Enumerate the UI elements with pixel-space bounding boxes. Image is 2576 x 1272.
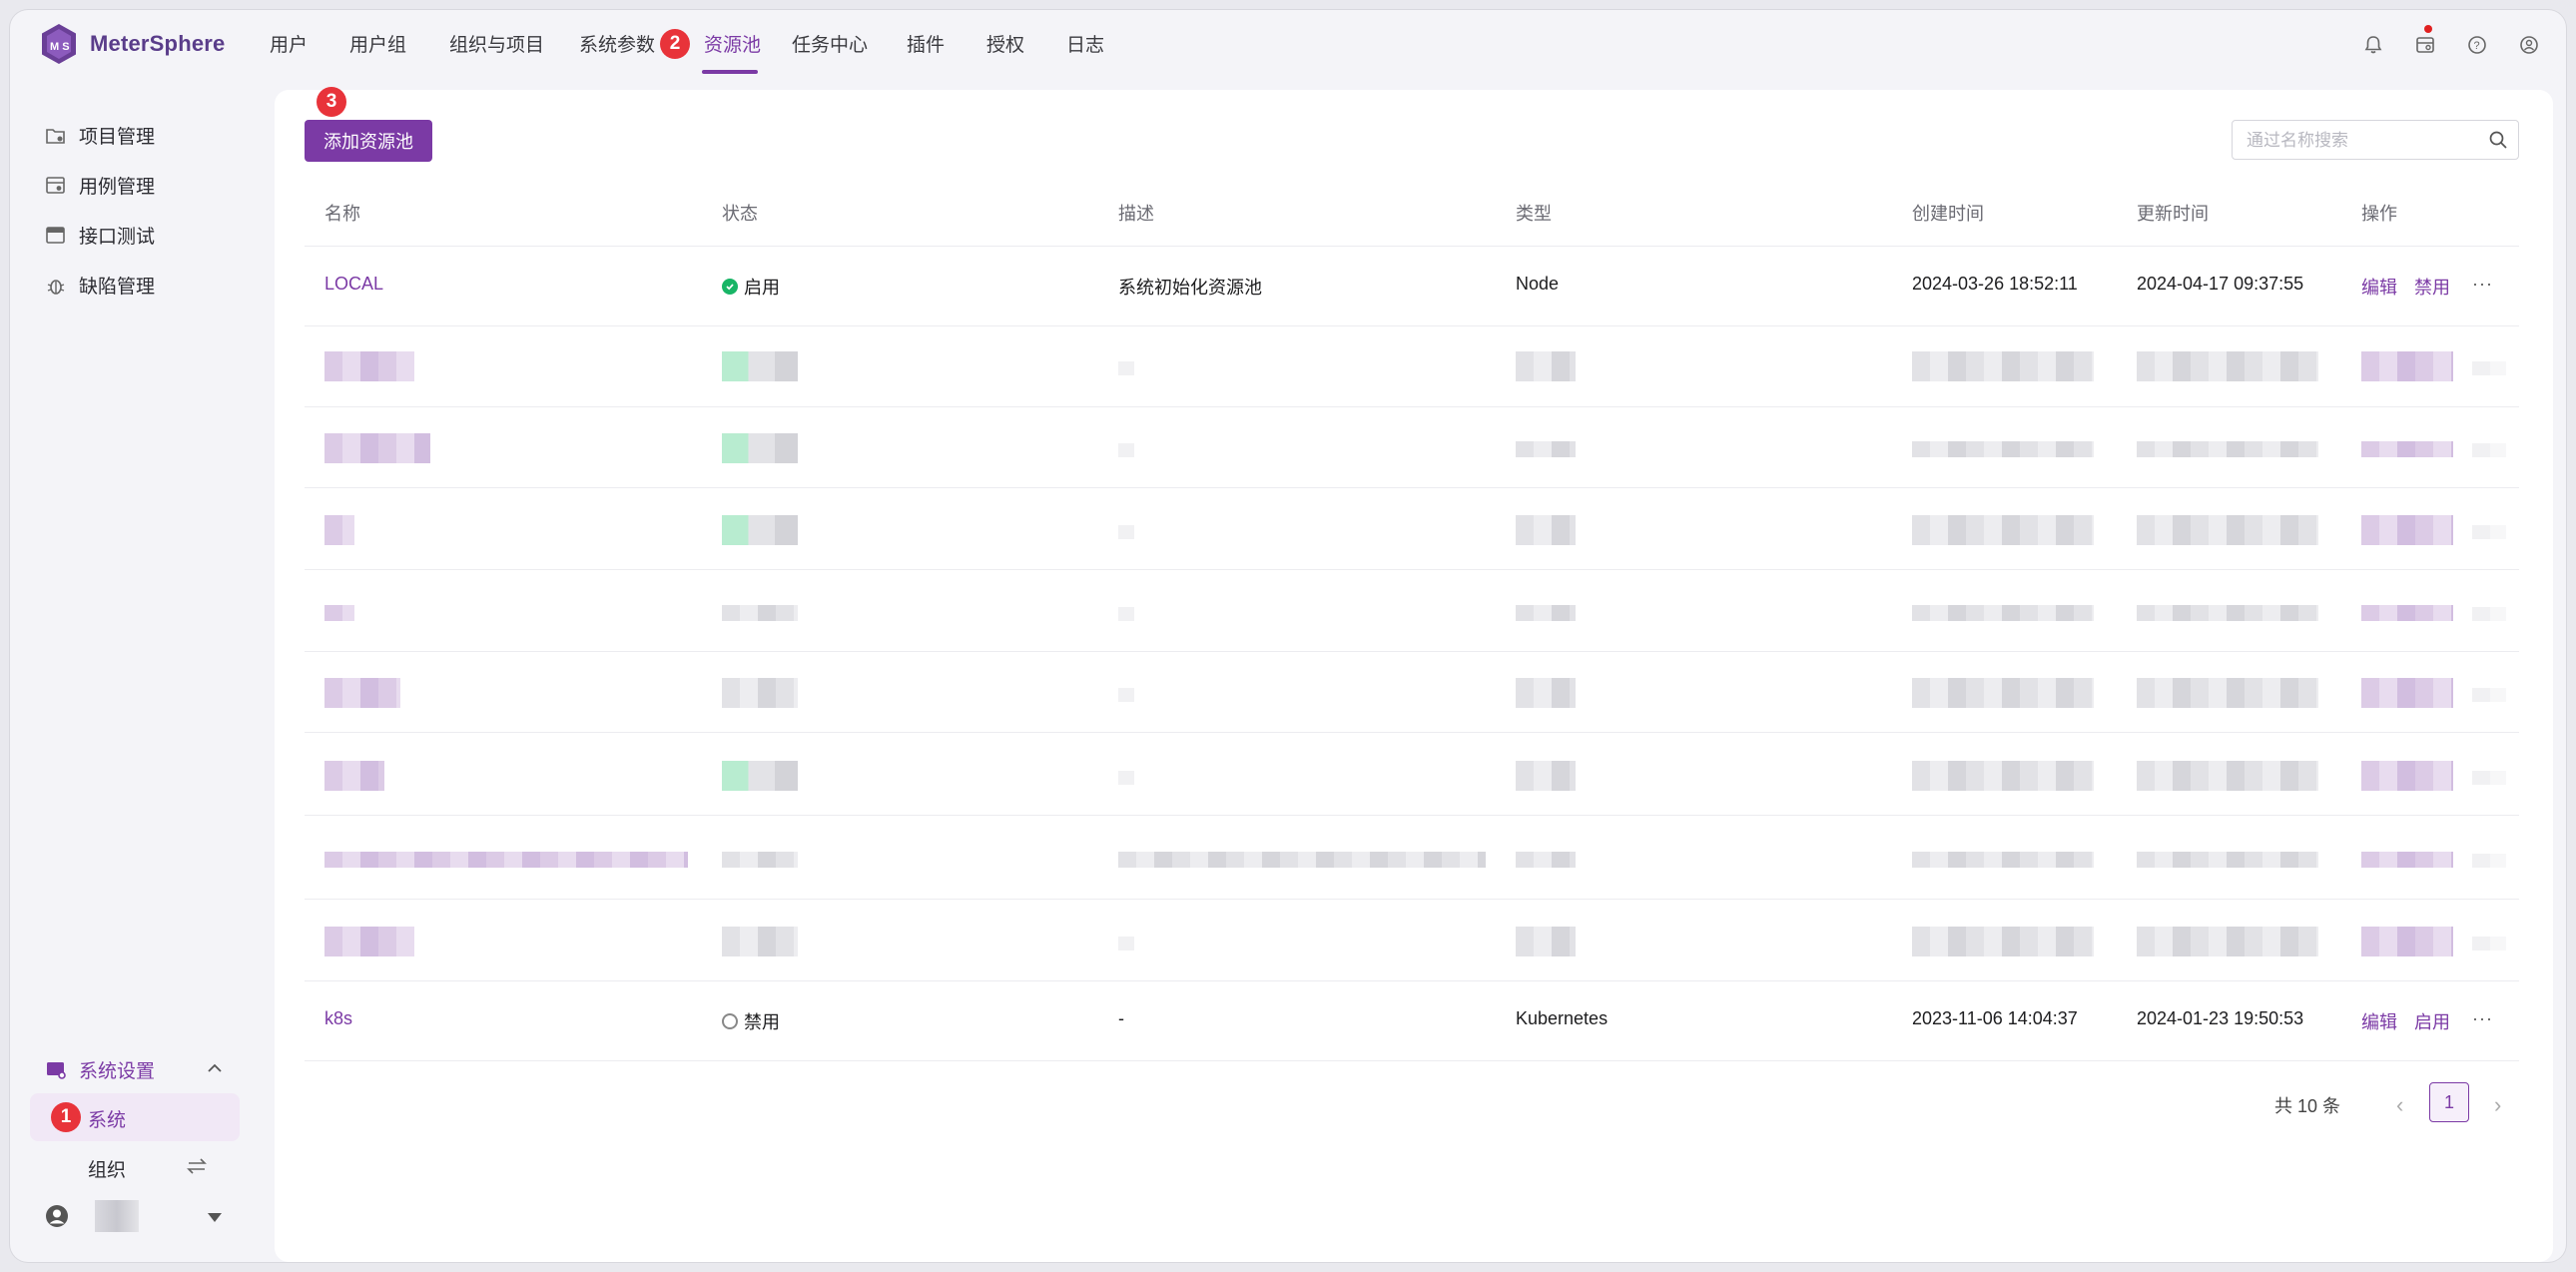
- row-divider: [305, 899, 2519, 900]
- row-divider: [305, 732, 2519, 733]
- row-divider: [305, 815, 2519, 816]
- row-divider: [305, 1060, 2519, 1061]
- updated-cell: 2024-01-23 19:50:53: [2137, 1008, 2304, 1028]
- step-badge-1: 1: [51, 1102, 81, 1132]
- created-cell: 2024-03-26 18:52:11: [1912, 274, 2078, 294]
- chevron-left-icon[interactable]: ‹: [2396, 1092, 2403, 1118]
- pool-name-link[interactable]: k8s: [324, 1008, 352, 1029]
- description-cell: -: [1118, 1008, 1124, 1028]
- more-icon[interactable]: ···: [2472, 1008, 2493, 1029]
- bell-icon[interactable]: [2362, 34, 2384, 56]
- type-cell: Kubernetes: [1516, 1008, 1609, 1028]
- row-divider: [305, 406, 2519, 407]
- status-cell: 禁用: [722, 1008, 780, 1034]
- chevron-right-icon[interactable]: ›: [2494, 1092, 2501, 1118]
- nav-plugins[interactable]: 插件: [907, 30, 945, 57]
- row-divider: [305, 980, 2519, 981]
- caret-down-icon[interactable]: [208, 1213, 222, 1222]
- task-icon[interactable]: [2414, 34, 2436, 56]
- username-blurred: [95, 1200, 139, 1232]
- column-header-description: 描述: [1118, 204, 1154, 224]
- app-name: MeterSphere: [90, 31, 226, 56]
- row-divider: [305, 651, 2519, 652]
- row-divider: [305, 246, 2519, 247]
- sidebar-item-label: 用例管理: [79, 177, 156, 198]
- pagination-page-1[interactable]: 1: [2429, 1082, 2469, 1122]
- step-badge-2: 2: [660, 29, 690, 59]
- sidebar-settings-label: 系统设置: [79, 1061, 156, 1082]
- pool-name-link[interactable]: LOCAL: [324, 274, 383, 295]
- case-icon: [46, 176, 65, 194]
- user-menu-icon[interactable]: [2518, 34, 2540, 56]
- column-header-updated: 更新时间: [2137, 204, 2209, 224]
- column-header-type: 类型: [1516, 204, 1552, 224]
- pagination-total: 共 10 条: [2274, 1096, 2341, 1116]
- edit-link[interactable]: 编辑: [2361, 1008, 2397, 1034]
- updated-cell: 2024-04-17 09:37:55: [2137, 274, 2304, 294]
- type-cell: Node: [1516, 274, 1560, 294]
- notification-dot: [2424, 25, 2432, 33]
- metersphere-logo-icon: M S: [42, 24, 76, 64]
- edit-link[interactable]: 编辑: [2361, 274, 2397, 300]
- logo[interactable]: M S MeterSphere: [40, 23, 225, 65]
- folder-settings-icon: [46, 128, 65, 144]
- sidebar-item-label: 接口测试: [79, 227, 156, 248]
- column-header-status: 状态: [722, 204, 758, 224]
- nav-task-center[interactable]: 任务中心: [792, 30, 868, 57]
- status-text: 启用: [744, 278, 780, 298]
- sidebar-item-system-label[interactable]: 系统: [88, 1105, 126, 1132]
- top-nav: M S MeterSphere 用户 用户组 组织与项目 系统参数 资源池 任务…: [10, 10, 2566, 80]
- avatar-icon[interactable]: [45, 1204, 69, 1228]
- enable-link[interactable]: 启用: [2414, 1008, 2450, 1034]
- created-cell: 2023-11-06 14:04:37: [1912, 1008, 2078, 1028]
- nav-resource-pool[interactable]: 资源池: [704, 30, 761, 57]
- column-header-created: 创建时间: [1912, 204, 1984, 224]
- nav-system-params[interactable]: 系统参数: [579, 30, 655, 57]
- step-badge-3: 3: [317, 87, 346, 117]
- nav-user-groups[interactable]: 用户组: [349, 30, 406, 57]
- search-input[interactable]: [2245, 127, 2478, 155]
- status-text: 禁用: [744, 1012, 780, 1032]
- disabled-circle-icon: [722, 1013, 738, 1029]
- monitor-settings-icon: [47, 1061, 66, 1079]
- svg-text:?: ?: [2474, 40, 2480, 52]
- sidebar-item-label: 项目管理: [79, 127, 156, 148]
- column-header-name: 名称: [324, 204, 360, 224]
- sidebar-item-api[interactable]: 接口测试: [45, 222, 155, 249]
- sidebar-item-case[interactable]: 用例管理: [45, 172, 155, 199]
- nav-logs[interactable]: 日志: [1066, 30, 1104, 57]
- api-icon: [46, 226, 65, 244]
- active-tab-indicator: [702, 70, 758, 74]
- sidebar-item-bug[interactable]: 缺陷管理: [45, 272, 155, 299]
- sidebar-item-project[interactable]: 项目管理: [45, 122, 155, 149]
- search-icon[interactable]: [2488, 130, 2508, 150]
- more-icon[interactable]: ···: [2472, 274, 2493, 295]
- add-resource-pool-button[interactable]: 添加资源池: [305, 120, 432, 162]
- nav-license[interactable]: 授权: [986, 30, 1024, 57]
- row-divider: [305, 487, 2519, 488]
- check-circle-icon: [722, 279, 738, 295]
- sidebar-item-label: 缺陷管理: [79, 277, 156, 298]
- sidebar-item-org-label[interactable]: 组织: [88, 1155, 126, 1182]
- bug-icon: [47, 279, 65, 295]
- sidebar-system-settings[interactable]: 系统设置: [45, 1056, 155, 1083]
- row-divider: [305, 325, 2519, 326]
- svg-text:M S: M S: [50, 41, 70, 53]
- search-box[interactable]: [2232, 120, 2519, 160]
- nav-org-project[interactable]: 组织与项目: [449, 30, 544, 57]
- column-header-actions: 操作: [2361, 204, 2397, 224]
- app-window: M S MeterSphere 用户 用户组 组织与项目 系统参数 资源池 任务…: [10, 10, 2566, 1262]
- help-icon[interactable]: ?: [2466, 34, 2488, 56]
- chevron-up-icon[interactable]: [205, 1058, 225, 1078]
- row-divider: [305, 569, 2519, 570]
- nav-users[interactable]: 用户: [270, 30, 308, 57]
- description-cell: 系统初始化资源池: [1118, 278, 1262, 298]
- status-cell: 启用: [722, 274, 780, 300]
- disable-link[interactable]: 禁用: [2414, 274, 2450, 300]
- switch-icon[interactable]: [185, 1154, 209, 1178]
- main-panel: [275, 90, 2553, 1262]
